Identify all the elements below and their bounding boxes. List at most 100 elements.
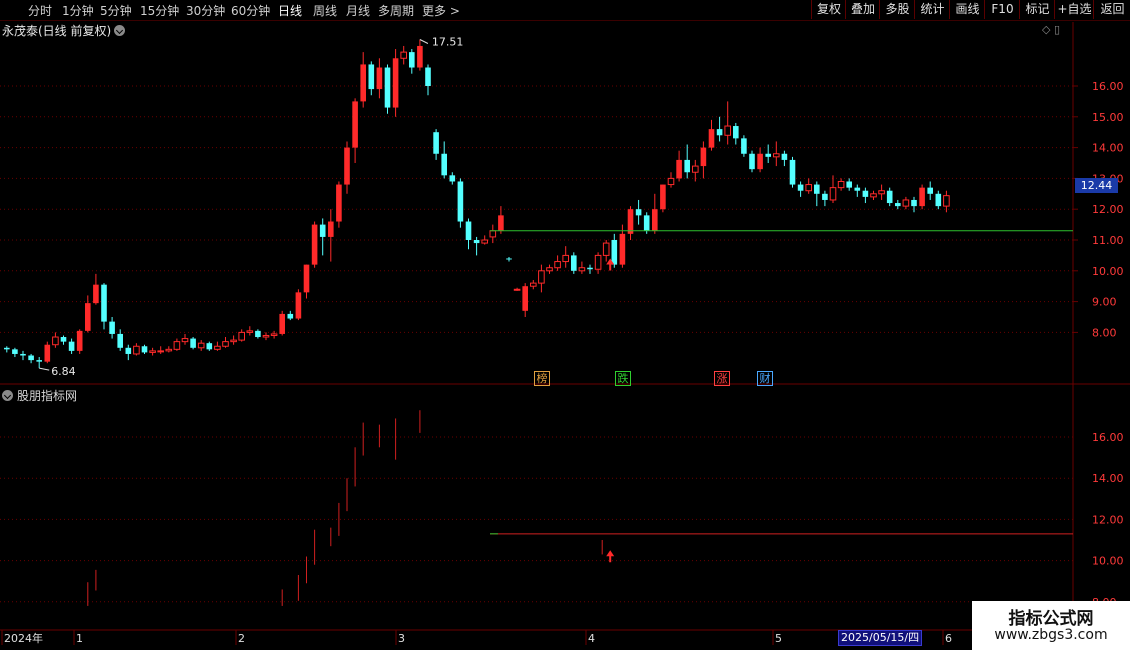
- candle: [246, 326, 254, 336]
- candle: [829, 175, 837, 204]
- candle: [708, 119, 715, 151]
- candle: [165, 346, 173, 353]
- candle: [433, 129, 439, 160]
- candle: [765, 144, 771, 163]
- candle: [465, 218, 472, 250]
- candle: [262, 332, 270, 341]
- candle: [498, 206, 504, 234]
- candle: [76, 329, 83, 354]
- candle: [919, 184, 925, 210]
- candle: [895, 199, 901, 210]
- candle: [481, 235, 488, 245]
- candle: [400, 45, 407, 65]
- candle: [336, 181, 342, 228]
- candle: [60, 335, 67, 345]
- candle: [749, 150, 755, 173]
- candle: [862, 187, 869, 204]
- candle: [328, 209, 334, 262]
- event-badge-0[interactable]: 榜: [534, 371, 550, 386]
- indicator-title[interactable]: 股朋指标网: [2, 387, 77, 404]
- watermark-title: 指标公式网: [1008, 609, 1094, 629]
- time-axis-label: 2024年: [4, 631, 43, 645]
- crosshair-date-label: 2025/05/15/四: [838, 630, 923, 646]
- candle: [141, 344, 148, 354]
- candle: [85, 295, 91, 333]
- event-badge-2[interactable]: 涨: [714, 371, 730, 386]
- candle: [522, 283, 528, 317]
- candle: [741, 135, 747, 157]
- candle: [449, 172, 456, 185]
- candle: [854, 184, 861, 197]
- low-marker: [39, 367, 50, 371]
- candle: [837, 178, 845, 191]
- chevron-down-icon[interactable]: [2, 390, 13, 401]
- candle: [197, 340, 205, 351]
- candle: [384, 64, 391, 114]
- candle: [287, 310, 294, 321]
- candle: [417, 39, 423, 71]
- candle: [409, 49, 415, 74]
- price-axis-label: 15.00: [1092, 111, 1124, 124]
- time-axis-label: 5: [775, 632, 782, 645]
- candle: [773, 141, 780, 167]
- candle: [781, 150, 788, 167]
- indicator-axis-label: 12.00: [1092, 513, 1124, 526]
- candle: [724, 101, 732, 145]
- indicator-name-label: 股朋指标网: [17, 389, 78, 403]
- candle: [571, 252, 577, 274]
- watermark-url: www.zbgs3.com: [994, 627, 1108, 643]
- candle: [28, 353, 34, 364]
- candle: [238, 329, 245, 342]
- candle: [344, 141, 350, 194]
- candle: [109, 317, 115, 339]
- candle: [652, 193, 658, 234]
- candle: [546, 264, 553, 274]
- candle: [489, 224, 497, 244]
- event-badge-1[interactable]: 跌: [615, 371, 631, 386]
- price-chart[interactable]: 16.0015.0014.0013.0012.0011.0010.009.008…: [0, 0, 1130, 650]
- candle: [457, 178, 464, 228]
- candle: [295, 289, 302, 321]
- watermark: 指标公式网 www.zbgs3.com: [972, 601, 1130, 650]
- candle: [684, 144, 690, 179]
- high-marker: [419, 39, 429, 44]
- indicator-axis-label: 16.00: [1092, 431, 1124, 444]
- candle: [214, 341, 221, 351]
- candle: [157, 346, 164, 354]
- candle: [93, 273, 99, 305]
- event-badge-3[interactable]: 财: [757, 371, 773, 386]
- candle: [117, 329, 123, 351]
- price-axis-label: 14.00: [1092, 142, 1124, 155]
- candle: [797, 181, 804, 197]
- candle: [360, 52, 366, 108]
- indicator-axis-label: 14.00: [1092, 472, 1124, 485]
- candle: [441, 141, 447, 179]
- candle: [692, 159, 699, 182]
- candle: [125, 344, 132, 361]
- candle: [425, 64, 431, 96]
- candle: [822, 190, 828, 207]
- candle: [368, 61, 375, 96]
- candle: [181, 333, 189, 345]
- price-axis-label: 16.00: [1092, 80, 1124, 93]
- candle: [20, 350, 26, 361]
- candle: [676, 150, 682, 182]
- candle: [68, 338, 75, 354]
- candle: [376, 58, 383, 99]
- price-axis-label: 8.00: [1092, 326, 1117, 339]
- candle: [635, 199, 642, 225]
- candle: [805, 178, 813, 194]
- candle: [4, 346, 10, 353]
- candle: [12, 347, 18, 358]
- candle: [700, 141, 707, 179]
- candle: [222, 337, 229, 348]
- candle: [206, 341, 213, 351]
- candle: [513, 287, 521, 291]
- candle: [530, 280, 537, 290]
- candle: [230, 335, 237, 345]
- candle: [352, 98, 358, 163]
- candle: [846, 178, 852, 191]
- candle: [716, 116, 723, 142]
- candle: [538, 264, 545, 293]
- candle: [814, 181, 820, 207]
